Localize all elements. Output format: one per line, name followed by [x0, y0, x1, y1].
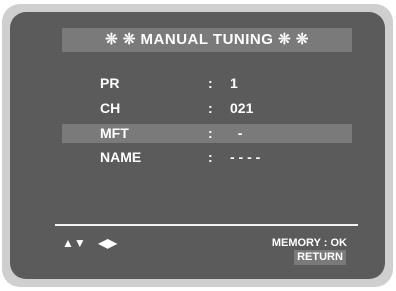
row-label: NAME: [100, 149, 142, 165]
menu-row-ch[interactable]: CH : 021: [62, 99, 352, 118]
row-colon: :: [208, 75, 213, 91]
menu-row-name[interactable]: NAME : - - - -: [62, 148, 352, 167]
row-value: -: [230, 125, 243, 141]
return-button[interactable]: RETURN: [294, 250, 346, 265]
tv-bezel: ❊ ❊ MANUAL TUNING ❊ ❊ PR : 1 CH : 021 MF…: [2, 4, 393, 287]
row-colon: :: [208, 100, 213, 116]
menu-row-pr[interactable]: PR : 1: [62, 74, 352, 93]
row-colon: :: [208, 149, 213, 165]
osd-screen: ❊ ❊ MANUAL TUNING ❊ ❊ PR : 1 CH : 021 MF…: [10, 12, 385, 279]
memory-hint: MEMORY : OK: [271, 237, 347, 249]
menu-title: ❊ ❊ MANUAL TUNING ❊ ❊: [105, 31, 309, 48]
row-value: - - - -: [230, 149, 261, 165]
left-right-arrow-icon: ◀▶: [98, 236, 117, 250]
title-bar: ❊ ❊ MANUAL TUNING ❊ ❊: [62, 28, 352, 52]
navigation-hint: ▲▼ ◀▶: [62, 236, 117, 250]
row-label: PR: [100, 75, 120, 91]
menu-row-mft[interactable]: MFT : -: [62, 124, 352, 143]
row-colon: :: [208, 125, 213, 141]
row-label: CH: [100, 100, 121, 116]
footer-divider: [55, 224, 358, 226]
up-down-arrow-icon: ▲▼: [62, 236, 86, 250]
row-value: 1: [230, 75, 238, 91]
row-label: MFT: [100, 125, 129, 141]
row-value: 021: [230, 100, 254, 116]
